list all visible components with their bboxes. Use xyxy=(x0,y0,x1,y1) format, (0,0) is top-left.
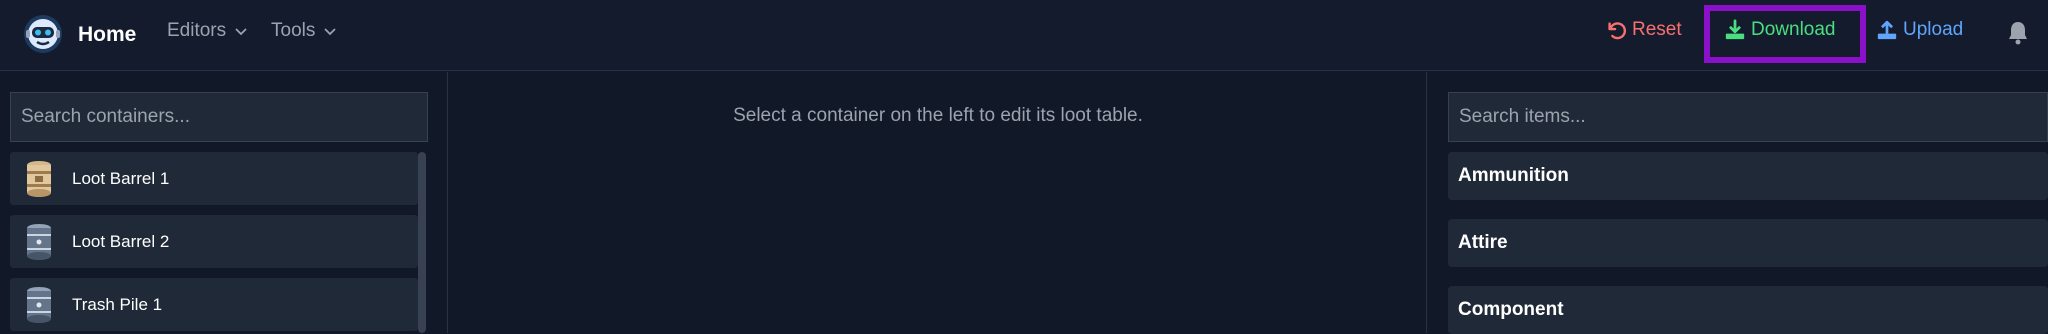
container-item-loot-barrel-1[interactable]: Loot Barrel 1 xyxy=(10,152,418,205)
containers-panel: Loot Barrel 1 Loot Barrel 2 Tras xyxy=(0,72,448,333)
container-name: Loot Barrel 1 xyxy=(72,168,170,188)
upload-label: Upload xyxy=(1903,19,1964,40)
category-attire[interactable]: Attire xyxy=(1448,219,2048,267)
download-icon xyxy=(1725,19,1745,40)
container-item-loot-barrel-2[interactable]: Loot Barrel 2 xyxy=(10,215,418,268)
blue-barrel-icon xyxy=(27,286,51,323)
editors-menu-label: Editors xyxy=(167,20,227,41)
category-component[interactable]: Component xyxy=(1448,286,2048,334)
wooden-barrel-icon xyxy=(27,160,51,197)
tools-menu[interactable]: Tools xyxy=(271,20,337,42)
undo-icon xyxy=(1608,22,1627,40)
container-item-trash-pile-1[interactable]: Trash Pile 1 xyxy=(10,278,418,331)
page-title: Home xyxy=(78,23,137,46)
tools-menu-label: Tools xyxy=(271,20,316,41)
editors-menu[interactable]: Editors xyxy=(167,20,248,42)
items-panel: Ammunition Attire Component xyxy=(1428,72,2048,334)
chevron-down-icon xyxy=(235,28,247,36)
upload-button[interactable]: Upload xyxy=(1876,19,1963,41)
download-button[interactable]: Download xyxy=(1724,19,1836,41)
reset-label: Reset xyxy=(1632,19,1682,40)
container-name: Loot Barrel 2 xyxy=(72,231,170,251)
brand-home-link[interactable]: Home xyxy=(22,14,136,54)
bell-icon[interactable] xyxy=(2006,20,2030,46)
chevron-down-icon xyxy=(324,28,336,36)
search-items-input[interactable] xyxy=(1448,92,2048,142)
top-navbar: Home Editors Tools Reset Download Upload xyxy=(0,0,2048,71)
container-list-scrollbar[interactable] xyxy=(418,152,426,333)
robot-logo-icon xyxy=(24,15,62,53)
search-containers-input[interactable] xyxy=(10,92,428,142)
loot-table-editor: Select a container on the left to edit i… xyxy=(449,72,1427,333)
reset-button[interactable]: Reset xyxy=(1605,19,1682,41)
download-label: Download xyxy=(1751,19,1836,40)
upload-icon xyxy=(1877,20,1897,40)
category-ammunition[interactable]: Ammunition xyxy=(1448,152,2048,200)
blue-barrel-icon xyxy=(27,223,51,260)
empty-state-message: Select a container on the left to edit i… xyxy=(733,105,1143,126)
container-name: Trash Pile 1 xyxy=(72,294,163,314)
